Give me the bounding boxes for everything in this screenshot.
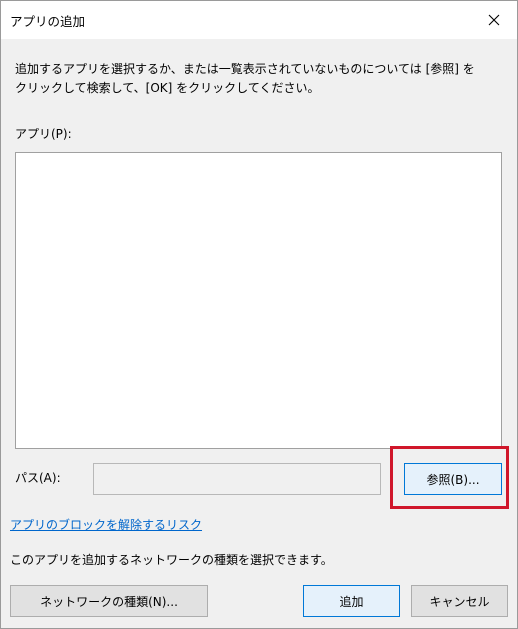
instruction-text: 追加するアプリを選択するか、または一覧表示されていないものについては [参照] … [15,60,505,98]
add-button[interactable]: 追加 [303,585,400,617]
unblock-risk-link[interactable]: アプリのブロックを解除するリスク [10,516,202,533]
instruction-line-2: クリックして検索して、[OK] をクリックしてください。 [15,81,320,95]
instruction-line-1: 追加するアプリを選択するか、または一覧表示されていないものについては [参照] … [15,62,475,76]
dialog-title: アプリの追加 [10,14,86,29]
network-description: このアプリを追加するネットワークの種類を選択できます。 [10,553,333,567]
apps-label: アプリ(P): [15,127,72,141]
apps-list[interactable] [15,152,502,449]
path-input[interactable] [93,463,381,495]
cancel-button[interactable]: キャンセル [411,585,508,617]
close-icon [488,14,500,26]
browse-button[interactable]: 参照(B)... [404,463,502,495]
title-bar: アプリの追加 [1,1,517,39]
path-label: パス(A): [15,471,61,485]
add-app-dialog: アプリの追加 追加するアプリを選択するか、または一覧表示されていないものについて… [0,0,518,629]
network-types-button[interactable]: ネットワークの種類(N)... [10,585,208,617]
close-button[interactable] [471,1,517,39]
